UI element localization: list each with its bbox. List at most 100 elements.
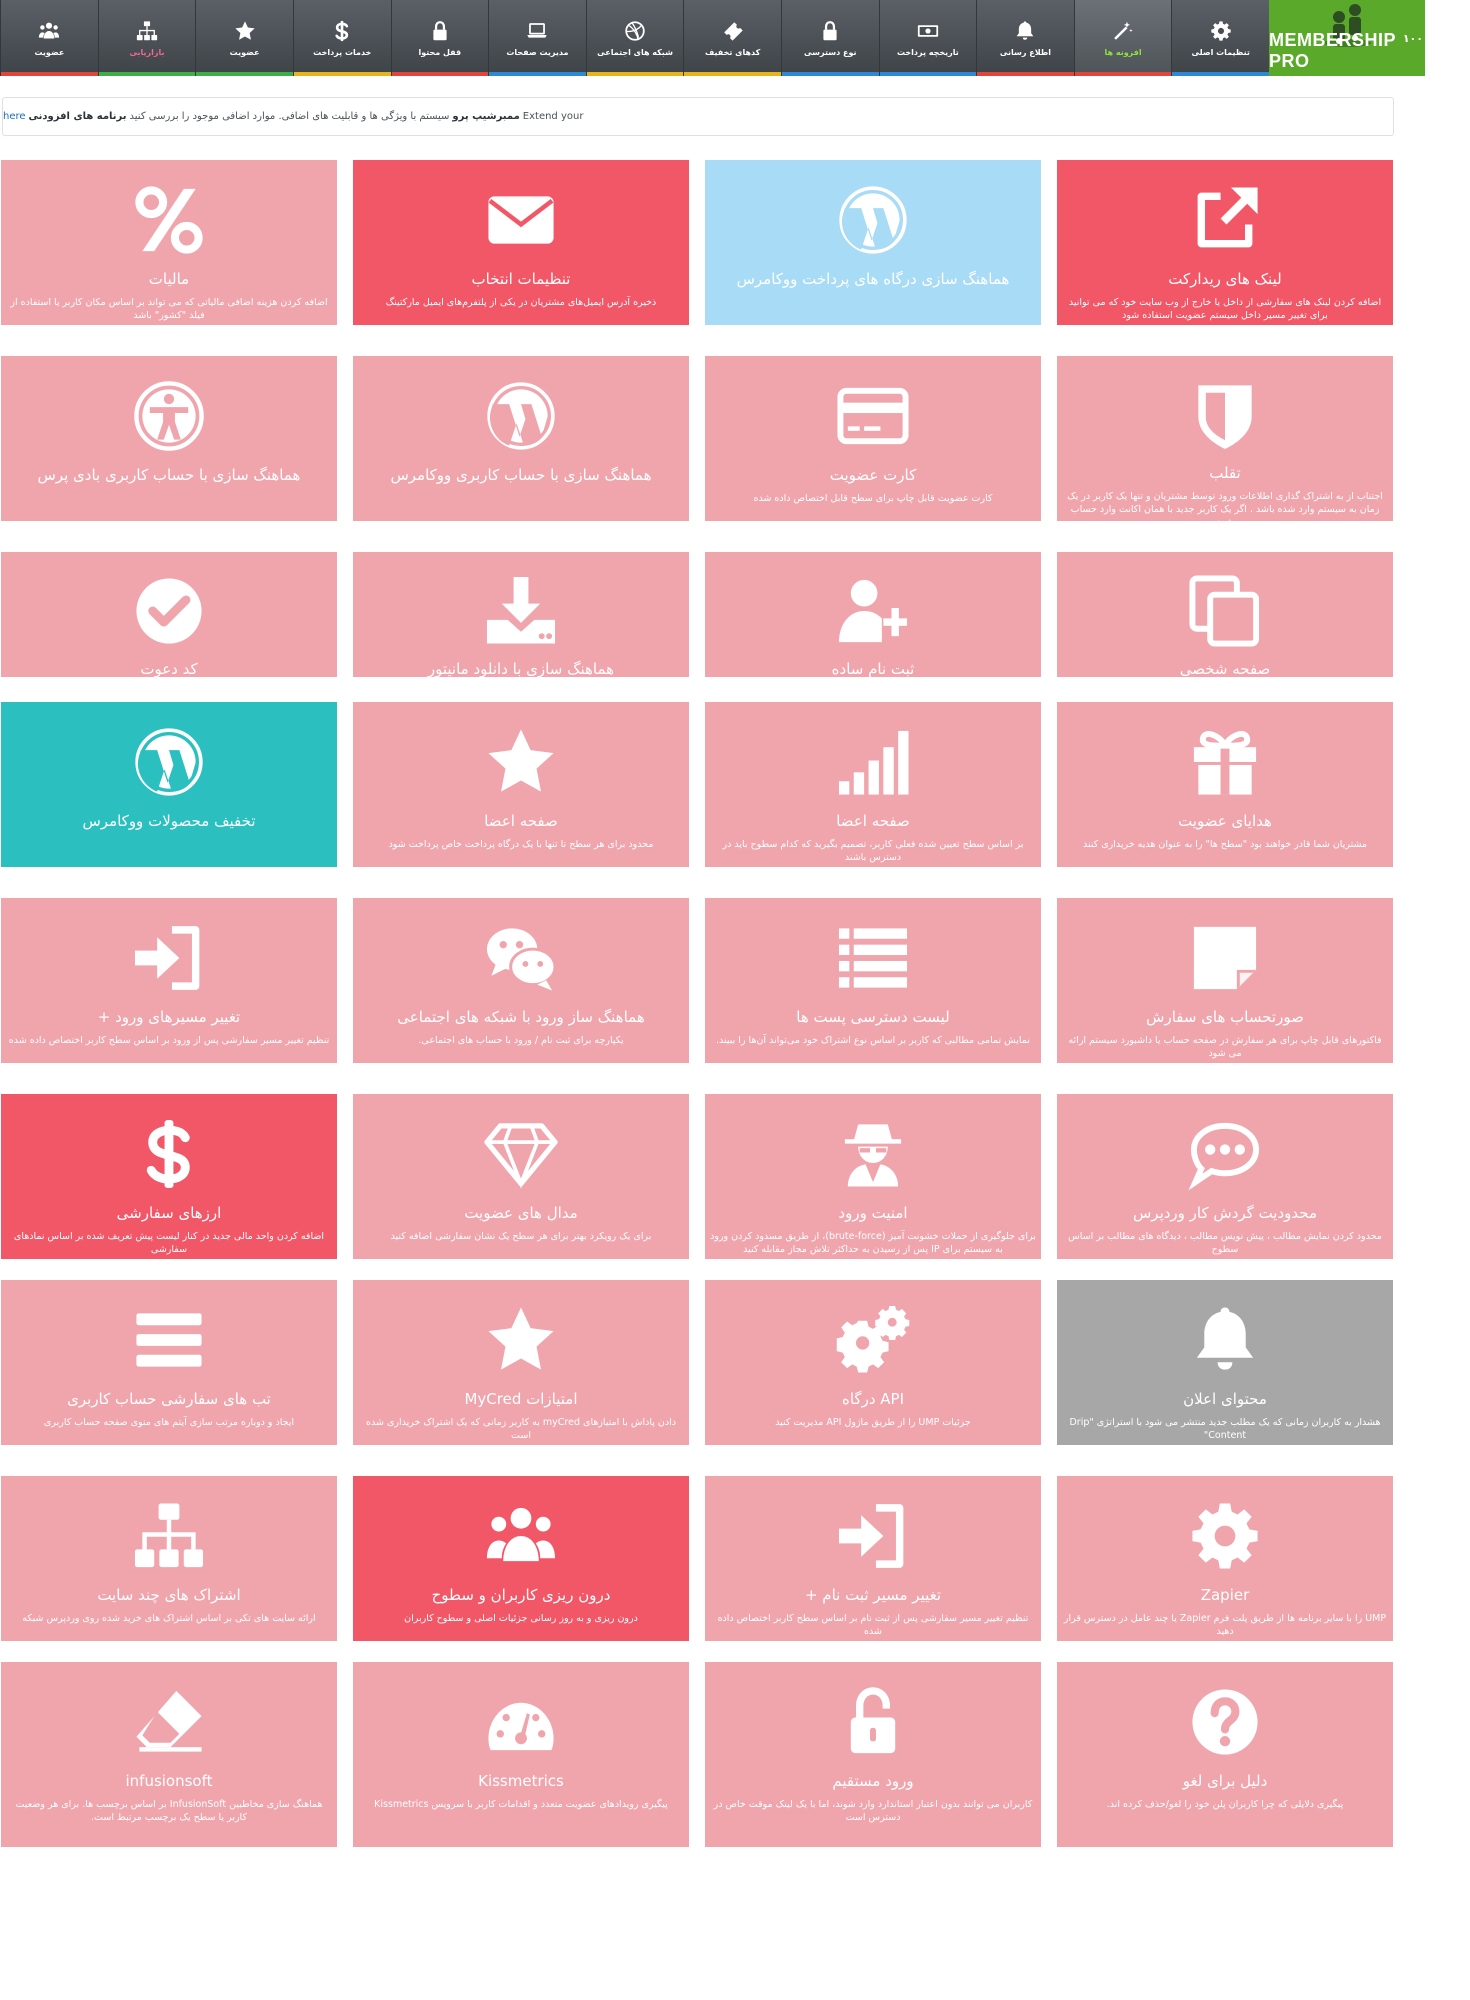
addon-card[interactable]: ورود مستقیم کاربران می توانند بدون اعتبار…: [705, 1662, 1041, 1847]
nav-item-5[interactable]: کدهای تخفیف: [683, 0, 781, 76]
list-icon: [838, 928, 908, 988]
addon-card[interactable]: هماهنگ ساز ورود با شبکه های اجتماعی یکپار…: [353, 898, 689, 1063]
addon-card-description: پیگیری دلایلی که چرا کاربران پلن خود را …: [1106, 1799, 1344, 1810]
addon-card[interactable]: تب های سفارشی حساب کاربری ایجاد و دوباره …: [1, 1280, 337, 1445]
nav-item-2[interactable]: اطلاع رسانی: [976, 0, 1074, 76]
addon-card-description: دادن پاداش با امتیازهای myCred به کاربر …: [366, 1417, 676, 1441]
nav-item-label: مدیریت صفحات: [506, 47, 569, 57]
addon-card-description: محدود برای هر سطح تا تنها با یک درگاه پر…: [388, 839, 654, 850]
addon-card-title: هماهنگ سازی با حساب کاربری ووکامرس: [390, 466, 652, 484]
gear-icon: [1211, 20, 1231, 41]
addon-card[interactable]: هماهنگ سازی با حساب کاربری ووکامرس: [353, 356, 689, 521]
addon-card-title: کد دعوت: [140, 660, 198, 677]
nav-item-7[interactable]: مدیریت صفحات: [488, 0, 586, 76]
nav-color-stripe: [879, 72, 977, 76]
addon-card-title: صورتحساب های سفارش: [1146, 1008, 1304, 1026]
addon-card-icon: [1187, 920, 1263, 996]
addon-card[interactable]: infusionsoft هماهنگ سازی مخاطبین Infusion…: [1, 1662, 337, 1847]
addon-card-title: Kissmetrics: [478, 1772, 564, 1790]
membership-pro-logo[interactable]: ۱۰۰ MEMBERSHIP PRO: [1269, 0, 1425, 76]
addon-card-title: تغییر مسیرهای ورود +: [97, 1008, 241, 1026]
addon-card[interactable]: اشتراک های چند سایت ارائه سایت های تکی بر…: [1, 1476, 337, 1641]
addon-card-icon: [131, 574, 207, 648]
nav-item-label: شبکه های اجتماعی: [597, 47, 673, 57]
percent-icon: [135, 186, 203, 254]
addon-card[interactable]: لینک های ریدارکت اضافه کردن لینک های سفار…: [1057, 160, 1393, 325]
addon-card[interactable]: امنیت ورود برای جلوگیری از حملات خشونت آم…: [705, 1094, 1041, 1259]
addon-card-title: هماهنگ سازی با حساب کاربری بادی پرس: [37, 466, 301, 484]
addon-card-icon: [483, 724, 559, 800]
addon-card[interactable]: کد دعوت: [1, 552, 337, 677]
addon-card[interactable]: هماهنگ سازی با دانلود مانیتور: [353, 552, 689, 677]
addon-card[interactable]: امتیازات MyCred دادن پاداش با امتیازهای m…: [353, 1280, 689, 1445]
addon-card-description: اضافه کردن لینک های سفارشی از داخل یا خا…: [1068, 297, 1382, 321]
nav-item-10[interactable]: عضویت: [195, 0, 293, 76]
addon-card-icon: [1187, 724, 1263, 800]
addon-card[interactable]: درون ریزی کاربران و سطوح درون ریزی و به ر…: [353, 1476, 689, 1641]
addon-card[interactable]: مالیات اضافه کردن هزینه اضافی مالیاتی که …: [1, 160, 337, 325]
nav-item-8[interactable]: قفل محتوا: [390, 0, 489, 76]
addon-card[interactable]: صفحه اعضا بر اساس سطح تعیین شده فعلی کارب…: [705, 702, 1041, 867]
addon-card[interactable]: لیست دسترسی پست ها نمایش تمامی مطالبی که …: [705, 898, 1041, 1063]
bars-icon: [136, 1313, 202, 1367]
nav-item-label: خدمات پرداخت: [313, 47, 372, 57]
nav-item-6[interactable]: شبکه های اجتماعی: [585, 0, 684, 76]
addon-card[interactable]: تنظیمات انتخاب ذخیره آدرس ایمیل‌های مشتری…: [353, 160, 689, 325]
nav-item-11[interactable]: بازاریابی: [97, 0, 196, 76]
addon-card-title: هماهنگ سازی درگاه های پرداخت ووکامرس: [736, 270, 1010, 288]
nav-color-stripe: [1, 72, 98, 76]
nav-item-12[interactable]: عضویت: [0, 0, 98, 76]
addon-card-icon: [1187, 182, 1263, 258]
dribbble-icon: [625, 20, 645, 41]
addon-card[interactable]: محدودیت گردش کار وردپرس محدود کردن نمایش …: [1057, 1094, 1393, 1259]
addon-card[interactable]: محتوای اعلان هشدار به کاربران زمانی که یک…: [1057, 1280, 1393, 1445]
addon-card[interactable]: تغییر مسیرهای ورود + تنظیم تغییر مسیر سفا…: [1, 898, 337, 1063]
notice-brand: ممبرشیپ پرو: [452, 111, 520, 122]
dashboard-icon: [488, 1702, 554, 1751]
notice-part2: سیستم با ویژگی ها و قابلیت های اضافی. مو…: [129, 111, 450, 122]
addon-card-title: مالیات: [148, 270, 190, 288]
addon-card-icon: [483, 1498, 559, 1574]
addon-card-description: فاکتورهای قابل چاپ برای هر سفارش در صفحه…: [1068, 1035, 1382, 1059]
addon-card[interactable]: API درگاه جزئیات UMP را از طریق ماژول API…: [705, 1280, 1041, 1445]
addon-card[interactable]: ثبت نام ساده: [705, 552, 1041, 677]
addon-card[interactable]: صفحه شخصی: [1057, 552, 1393, 677]
notice-link[interactable]: here: [3, 111, 26, 122]
nav-color-stripe: [586, 72, 684, 76]
signal-icon: [838, 730, 909, 795]
nav-item-0[interactable]: تنظیمات اصلی: [1171, 0, 1269, 76]
addon-card-title: صفحه اعضا: [836, 812, 910, 830]
nav-item-label: کدهای تخفیف: [705, 47, 761, 57]
addon-card[interactable]: Kissmetrics پیگیری رویدادهای عضویت متعدد …: [353, 1662, 689, 1847]
addon-card-icon: [835, 920, 911, 996]
nav-item-4[interactable]: نوع دسترسی: [780, 0, 879, 76]
addon-card-title: تقلب: [1209, 464, 1241, 482]
nav-item-9[interactable]: خدمات پرداخت: [292, 0, 391, 76]
addon-card[interactable]: هماهنگ سازی درگاه های پرداخت ووکامرس: [705, 160, 1041, 325]
copy-icon: [1189, 575, 1260, 647]
addon-card-icon: [483, 574, 559, 648]
addon-card[interactable]: صورتحساب های سفارش فاکتورهای قابل چاپ برا…: [1057, 898, 1393, 1063]
addon-card-description: محدود کردن نمایش مطالب ، پیش نویس مطالب …: [1068, 1231, 1382, 1255]
addon-card-icon: [835, 724, 911, 800]
addon-card-icon: [131, 1302, 207, 1378]
addon-card[interactable]: هماهنگ سازی با حساب کاربری بادی پرس: [1, 356, 337, 521]
addon-card[interactable]: تخفیف محصولات ووکامرس: [1, 702, 337, 867]
addon-card[interactable]: تقلب اجتناب از به اشتراک گذاری اطلاعات ور…: [1057, 356, 1393, 521]
nav-item-3[interactable]: تاریخچه پرداخت: [878, 0, 977, 76]
nav-item-1[interactable]: افزونه ها: [1073, 0, 1172, 76]
addon-card-description: نمایش تمامی مطالبی که کاربر بر اساس نوع …: [716, 1035, 1030, 1046]
addon-card[interactable]: Zapier UMP را با سایر برنامه ها از طریق پ…: [1057, 1476, 1393, 1641]
addon-card[interactable]: مدال های عضویت برای یک رویکرد بهتر برای ه…: [353, 1094, 689, 1259]
addon-card-description: جزئیات UMP را از طریق ماژول API مدیریت ک…: [775, 1417, 971, 1428]
addons-notice: Extend your ممبرشیپ پرو سیستم با ویژگی ه…: [2, 97, 1394, 136]
addon-card[interactable]: دلیل برای لغو پیگیری دلایلی که چرا کاربرا…: [1057, 1662, 1393, 1847]
addon-card-icon: [835, 1498, 911, 1574]
addon-card[interactable]: ارزهای سفارشی اضافه کردن واحد مالی جدید د…: [1, 1094, 337, 1259]
addon-card-description: تنظیم تغییر مسیر سفارشی پس از ثبت نام بر…: [717, 1613, 1029, 1637]
addon-card[interactable]: تغییر مسیر ثبت نام + تنظیم تغییر مسیر سفا…: [705, 1476, 1041, 1641]
addon-card[interactable]: کارت عضویت کارت عضویت قابل چاپ برای سطح ق…: [705, 356, 1041, 521]
addon-card-icon: [131, 724, 207, 800]
addon-card[interactable]: هدایای عضویت مشتریان شما قادر خواهند بود …: [1057, 702, 1393, 867]
addon-card[interactable]: صفحه اعضا محدود برای هر سطح تا تنها با یک…: [353, 702, 689, 867]
